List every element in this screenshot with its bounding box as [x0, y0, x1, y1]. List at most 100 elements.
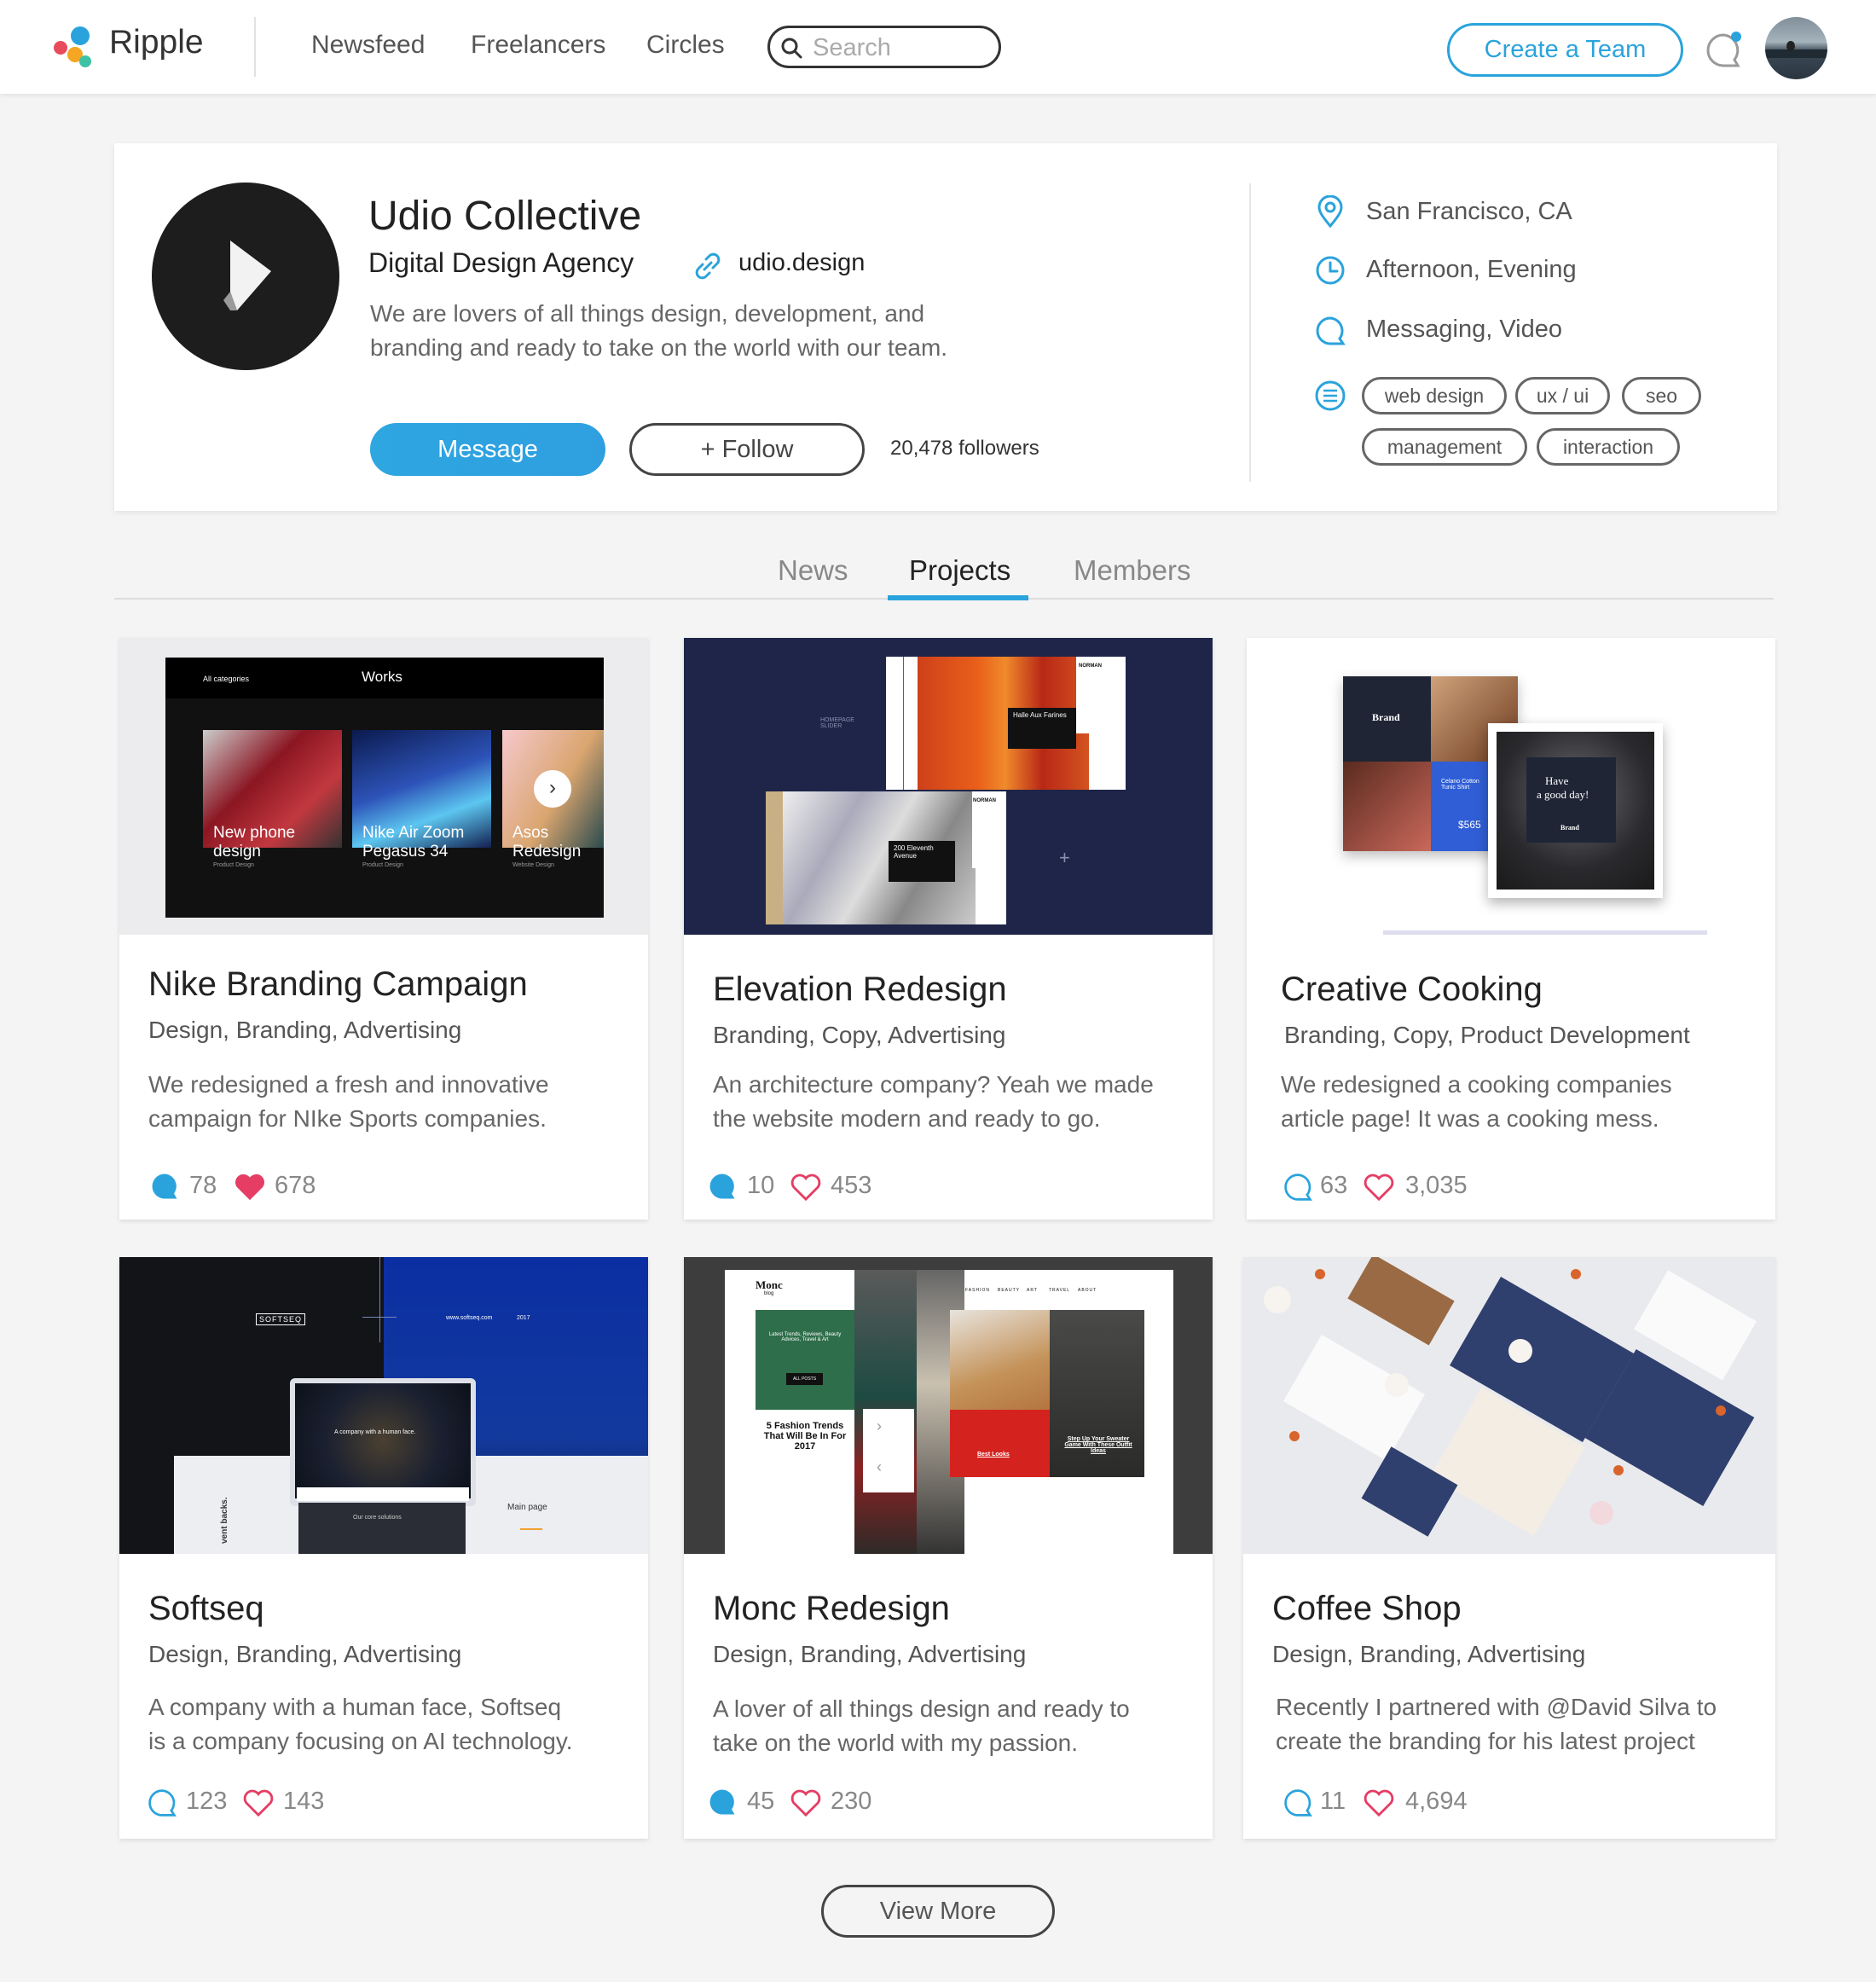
tab-members[interactable]: Members [1074, 554, 1191, 587]
comment-icon[interactable] [708, 1172, 737, 1201]
project-title[interactable]: Coffee Shop [1272, 1590, 1462, 1628]
chevron-left-icon: ‹ [877, 1458, 882, 1475]
view-more-button[interactable]: View More [821, 1885, 1055, 1938]
thumb-text: ART [1027, 1288, 1038, 1293]
heart-outline-icon[interactable] [242, 1788, 275, 1817]
nav-newsfeed[interactable]: Newsfeed [311, 31, 425, 60]
tab-projects[interactable]: Projects [909, 554, 1010, 587]
heart-outline-icon[interactable] [1363, 1788, 1395, 1817]
brand-name[interactable]: Ripple [109, 24, 204, 61]
like-count: 3,035 [1405, 1172, 1468, 1199]
comment-icon[interactable] [708, 1788, 737, 1817]
description-line: is a company focusing on AI technology. [148, 1728, 573, 1754]
profile-description-line: branding and ready to take on the world … [370, 334, 948, 361]
project-card-elevation[interactable]: HOMEPAGE SLIDER NORMAN Halle Aux Farines… [684, 638, 1213, 1220]
website-link[interactable]: udio.design [738, 249, 865, 277]
project-title[interactable]: Nike Branding Campaign [148, 965, 528, 1004]
search-input[interactable]: Search [767, 26, 1001, 68]
search-placeholder: Search [813, 34, 891, 61]
tag-interaction[interactable]: interaction [1537, 428, 1680, 466]
project-title[interactable]: Monc Redesign [713, 1590, 950, 1628]
tab-news[interactable]: News [778, 554, 848, 587]
location-text: San Francisco, CA [1366, 198, 1572, 225]
project-card-monc[interactable]: Monc blog FASHION BEAUTY ART TRAVEL ABOU… [684, 1257, 1213, 1839]
project-card-coffee-shop[interactable]: Coffee Shop Design, Branding, Advertisin… [1243, 1257, 1775, 1839]
plus-icon: + [1059, 847, 1070, 868]
heart-outline-icon[interactable] [1363, 1173, 1395, 1202]
tag-seo[interactable]: seo [1622, 377, 1701, 414]
thumb-text: www.softseq.com [446, 1315, 493, 1321]
chat-notification-icon[interactable] [1702, 29, 1745, 72]
project-categories: Design, Branding, Advertising [148, 1641, 462, 1667]
thumb-text: Asos [512, 824, 549, 842]
thumb-text: ABOUT [1078, 1288, 1097, 1293]
comment-count: 11 [1320, 1788, 1346, 1815]
thumb-text: Our core solutions [353, 1515, 402, 1521]
thumb-text: Product Design [213, 862, 254, 868]
project-description: We redesigned a fresh and innovative camp… [148, 1068, 549, 1136]
project-card-creative-cooking[interactable]: Brand Celano Cotton Tunic Shirt $565 Hav… [1247, 638, 1775, 1220]
project-title[interactable]: Elevation Redesign [713, 971, 1007, 1009]
thumb-text: Halle Aux Farines [1013, 711, 1067, 719]
like-count: 453 [831, 1172, 872, 1199]
tag-management[interactable]: management [1362, 428, 1527, 466]
thumb-text: vent backs. [220, 1497, 229, 1544]
thumb-text: Brand [1372, 711, 1400, 723]
contact-methods-text: Messaging, Video [1366, 316, 1563, 343]
project-title[interactable]: Creative Cooking [1281, 971, 1543, 1009]
link-icon [695, 252, 721, 280]
tag-web-design[interactable]: web design [1362, 377, 1507, 414]
active-tab-indicator [888, 595, 1028, 600]
tag-ux-ui[interactable]: ux / ui [1515, 377, 1610, 414]
followers-count: 20,478 followers [890, 437, 1039, 460]
heart-outline-icon[interactable] [790, 1173, 822, 1202]
project-description: A lover of all things design and ready t… [713, 1692, 1130, 1760]
project-thumbnail: Brand Celano Cotton Tunic Shirt $565 Hav… [1247, 638, 1775, 935]
thumb-text: Nike Air Zoom [362, 824, 465, 842]
message-button[interactable]: Message [370, 423, 605, 476]
description-line: the website modern and ready to go. [713, 1105, 1101, 1132]
description-line: An architecture company? Yeah we made [713, 1071, 1154, 1098]
comment-outline-icon[interactable] [1283, 1788, 1313, 1818]
project-description: An architecture company? Yeah we made the… [713, 1068, 1154, 1136]
project-thumbnail: Monc blog FASHION BEAUTY ART TRAVEL ABOU… [684, 1257, 1213, 1554]
heart-icon[interactable] [234, 1173, 266, 1202]
thumb-text: All categories [203, 675, 250, 683]
project-categories: Design, Branding, Advertising [713, 1641, 1027, 1667]
description-line: take on the world with my passion. [713, 1730, 1078, 1756]
project-card-nike[interactable]: All categories Works › New phone design … [119, 638, 648, 1220]
next-arrow-icon: › [534, 770, 571, 808]
search-icon [781, 38, 802, 59]
thumb-text: TRAVEL [1049, 1288, 1071, 1293]
thumb-text: a good day! [1537, 788, 1589, 801]
project-title[interactable]: Softseq [148, 1590, 264, 1628]
project-thumbnail: SOFTSEQ www.softseq.com 2017 A company w… [119, 1257, 648, 1554]
project-card-softseq[interactable]: SOFTSEQ www.softseq.com 2017 A company w… [119, 1257, 648, 1839]
location-pin-icon [1317, 195, 1343, 229]
thumb-text: Best Looks [977, 1452, 1010, 1458]
user-avatar[interactable] [1765, 17, 1827, 79]
description-line: We redesigned a fresh and innovative [148, 1071, 549, 1098]
thumb-text: blog [764, 1291, 774, 1296]
agency-logo [152, 183, 339, 370]
chevron-right-icon: › [877, 1417, 882, 1434]
heart-outline-icon[interactable] [790, 1788, 822, 1817]
comment-icon[interactable] [150, 1172, 179, 1201]
thumb-text: Main page [507, 1503, 547, 1512]
comment-outline-icon[interactable] [147, 1788, 177, 1818]
project-categories: Design, Branding, Advertising [148, 1017, 462, 1043]
nav-freelancers[interactable]: Freelancers [471, 31, 605, 60]
profile-name: Udio Collective [368, 194, 642, 239]
ripple-logo-icon[interactable] [49, 24, 109, 71]
follow-button[interactable]: + Follow [629, 423, 865, 476]
tags-list-icon [1315, 380, 1346, 411]
thumb-text: Works [362, 669, 402, 685]
thumb-text: $565 [1458, 819, 1481, 831]
profile-divider [1249, 183, 1251, 482]
create-team-button[interactable]: Create a Team [1447, 23, 1683, 77]
nav-circles[interactable]: Circles [646, 31, 725, 60]
comment-outline-icon[interactable] [1283, 1172, 1313, 1203]
thumb-text: New phone design [213, 824, 296, 861]
comment-count: 78 [189, 1172, 217, 1199]
comment-count: 63 [1320, 1172, 1348, 1199]
